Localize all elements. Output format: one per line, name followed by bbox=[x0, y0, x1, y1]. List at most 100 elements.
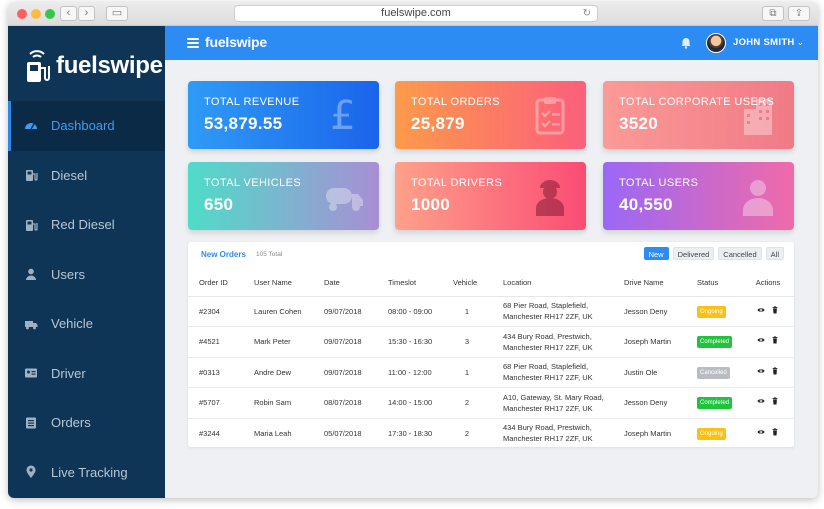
eye-icon[interactable] bbox=[757, 428, 765, 436]
sidebar-nav: Dashboard Diesel Red Diesel Users Vehicl… bbox=[8, 101, 165, 497]
avatar[interactable] bbox=[706, 33, 726, 53]
column-header[interactable]: Drive Name bbox=[613, 270, 686, 297]
vehicle-count: 2 bbox=[442, 387, 492, 419]
location-line-2: Manchester RH17 2ZF, UK bbox=[503, 342, 593, 352]
minimize-window-button[interactable] bbox=[31, 9, 41, 19]
column-header[interactable]: Location bbox=[492, 270, 613, 297]
trash-icon[interactable] bbox=[771, 428, 779, 436]
location-line-1: A10, Gateway, St. Mary Road, bbox=[503, 392, 604, 402]
filter-cancelled-button[interactable]: Cancelled bbox=[718, 247, 762, 260]
stat-value: 650 bbox=[204, 195, 234, 214]
logo[interactable]: fuelswipe bbox=[24, 46, 163, 86]
bell-icon[interactable] bbox=[680, 37, 692, 49]
truck-icon bbox=[25, 320, 38, 330]
table-row[interactable]: #4521 Mark Peter 09/07/2018 15:30 - 16:3… bbox=[188, 326, 794, 358]
location: 434 Bury Road, Prestwich, Manchester RH17… bbox=[492, 326, 613, 358]
main-content: TOTAL REVENUE 53,879.55 £ TOTAL ORDERS 2… bbox=[165, 60, 818, 498]
eye-icon[interactable] bbox=[757, 336, 765, 344]
location-line-1: 68 Pier Road, Staplefield, bbox=[503, 301, 589, 311]
location-line-2: Manchester RH17 2ZF, UK bbox=[503, 434, 593, 444]
column-header[interactable]: Timeslot bbox=[377, 270, 442, 297]
trash-icon[interactable] bbox=[771, 336, 779, 344]
filter-all-button[interactable]: All bbox=[765, 247, 784, 260]
sidebar-item-vehicle[interactable]: Vehicle bbox=[8, 299, 165, 349]
stat-card-users[interactable]: TOTAL USERS 40,550 bbox=[603, 162, 794, 230]
sidebar-item-label: Users bbox=[51, 266, 85, 282]
location-line-2: Manchester RH17 2ZF, UK bbox=[503, 403, 593, 413]
clipboard-icon bbox=[535, 97, 565, 135]
trash-icon[interactable] bbox=[771, 367, 779, 375]
sidebar-toggle-icon[interactable]: ▭ bbox=[106, 6, 128, 21]
order-filters: New Delivered Cancelled All bbox=[643, 247, 784, 260]
tabs-icon[interactable]: ⧉ bbox=[762, 6, 784, 21]
forward-button[interactable]: › bbox=[78, 6, 95, 21]
menu-icon[interactable] bbox=[187, 38, 199, 48]
actions-cell bbox=[742, 296, 794, 327]
table-row[interactable]: #5707 Robin Sam 08/07/2018 14:00 - 15:00… bbox=[188, 387, 794, 419]
stat-card-orders[interactable]: TOTAL ORDERS 25,879 bbox=[395, 81, 586, 149]
logo-text: fuelswipe bbox=[56, 52, 163, 79]
eye-icon[interactable] bbox=[757, 367, 765, 375]
stat-card-vehicles[interactable]: TOTAL VEHICLES 650 bbox=[188, 162, 379, 230]
share-icon[interactable]: ⇪ bbox=[788, 6, 810, 21]
sidebar-item-driver[interactable]: Driver bbox=[8, 349, 165, 399]
sidebar: fuelswipe Dashboard Diesel Red Diesel Us… bbox=[8, 26, 165, 498]
filter-delivered-button[interactable]: Delivered bbox=[672, 247, 715, 260]
reload-icon[interactable]: ↻ bbox=[583, 6, 591, 21]
status-badge: Cancelled bbox=[697, 366, 730, 379]
status-cell: Completed bbox=[686, 326, 742, 358]
user-name: Maria Leah bbox=[243, 418, 313, 449]
location: 68 Pier Road, Staplefield, Manchester RH1… bbox=[492, 296, 613, 327]
eye-icon[interactable] bbox=[757, 397, 765, 405]
fuel-pump-icon bbox=[26, 219, 38, 231]
timeslot: 15:30 - 16:30 bbox=[377, 326, 442, 358]
stat-value: 25,879 bbox=[411, 114, 465, 133]
eye-icon[interactable] bbox=[757, 306, 765, 314]
orders-table: Order ID User Name Date Timeslot Vehicle… bbox=[188, 270, 794, 449]
tanker-icon bbox=[326, 188, 363, 211]
order-date: 09/07/2018 bbox=[313, 296, 377, 327]
column-header[interactable]: Order ID bbox=[188, 270, 243, 297]
order-id: #0313 bbox=[188, 357, 243, 388]
table-row[interactable]: #2304 Lauren Cohen 09/07/2018 08:00 - 09… bbox=[188, 296, 794, 327]
sidebar-item-live-tracking[interactable]: Live Tracking bbox=[8, 448, 165, 498]
user-menu[interactable]: JOHN SMITH ⌄ bbox=[733, 37, 804, 48]
stat-card-drivers[interactable]: TOTAL DRIVERS 1000 bbox=[395, 162, 586, 230]
sidebar-item-users[interactable]: Users bbox=[8, 250, 165, 300]
order-date: 09/07/2018 bbox=[313, 357, 377, 388]
stat-label: TOTAL VEHICLES bbox=[204, 177, 302, 189]
driver-name: Jesson Deny bbox=[613, 296, 686, 327]
column-header[interactable]: Vehicle bbox=[442, 270, 492, 297]
maximize-window-button[interactable] bbox=[45, 9, 55, 19]
filter-new-button[interactable]: New bbox=[643, 247, 669, 260]
stat-card-revenue[interactable]: TOTAL REVENUE 53,879.55 £ bbox=[188, 81, 379, 149]
column-header[interactable]: User Name bbox=[243, 270, 313, 297]
stat-label: TOTAL DRIVERS bbox=[411, 177, 503, 189]
order-id: #3244 bbox=[188, 418, 243, 449]
sidebar-item-dashboard[interactable]: Dashboard bbox=[8, 101, 165, 151]
column-header[interactable]: Status bbox=[686, 270, 742, 297]
column-header[interactable]: Date bbox=[313, 270, 377, 297]
table-row[interactable]: #3244 Maria Leah 05/07/2018 17:30 - 18:3… bbox=[188, 418, 794, 449]
vehicle-count: 1 bbox=[442, 357, 492, 388]
trash-icon[interactable] bbox=[771, 306, 779, 314]
table-row[interactable]: #0313 Andre Dew 09/07/2018 11:00 - 12:00… bbox=[188, 357, 794, 388]
driver-icon bbox=[536, 180, 564, 216]
sidebar-item-label: Vehicle bbox=[51, 316, 93, 332]
sidebar-item-orders[interactable]: Orders bbox=[8, 398, 165, 448]
stat-card-corporate-users[interactable]: TOTAL CORPORATE USERS 3520 bbox=[603, 81, 794, 149]
sidebar-item-red-diesel[interactable]: Red Diesel bbox=[8, 200, 165, 250]
list-icon bbox=[26, 417, 36, 429]
user-name: Lauren Cohen bbox=[243, 296, 313, 327]
column-header[interactable]: Actions bbox=[742, 270, 794, 297]
close-window-button[interactable] bbox=[17, 9, 27, 19]
address-bar[interactable]: fuelswipe.com ↻ bbox=[234, 5, 598, 22]
user-name: Mark Peter bbox=[243, 326, 313, 358]
browser-window: ‹ › ▭ fuelswipe.com ↻ ⧉ ⇪ fuelswipe Dash… bbox=[8, 2, 818, 498]
order-date: 05/07/2018 bbox=[313, 418, 377, 449]
trash-icon[interactable] bbox=[771, 397, 779, 405]
actions-cell bbox=[742, 387, 794, 419]
sidebar-item-diesel[interactable]: Diesel bbox=[8, 151, 165, 201]
back-button[interactable]: ‹ bbox=[60, 6, 77, 21]
user-name: Robin Sam bbox=[243, 387, 313, 419]
